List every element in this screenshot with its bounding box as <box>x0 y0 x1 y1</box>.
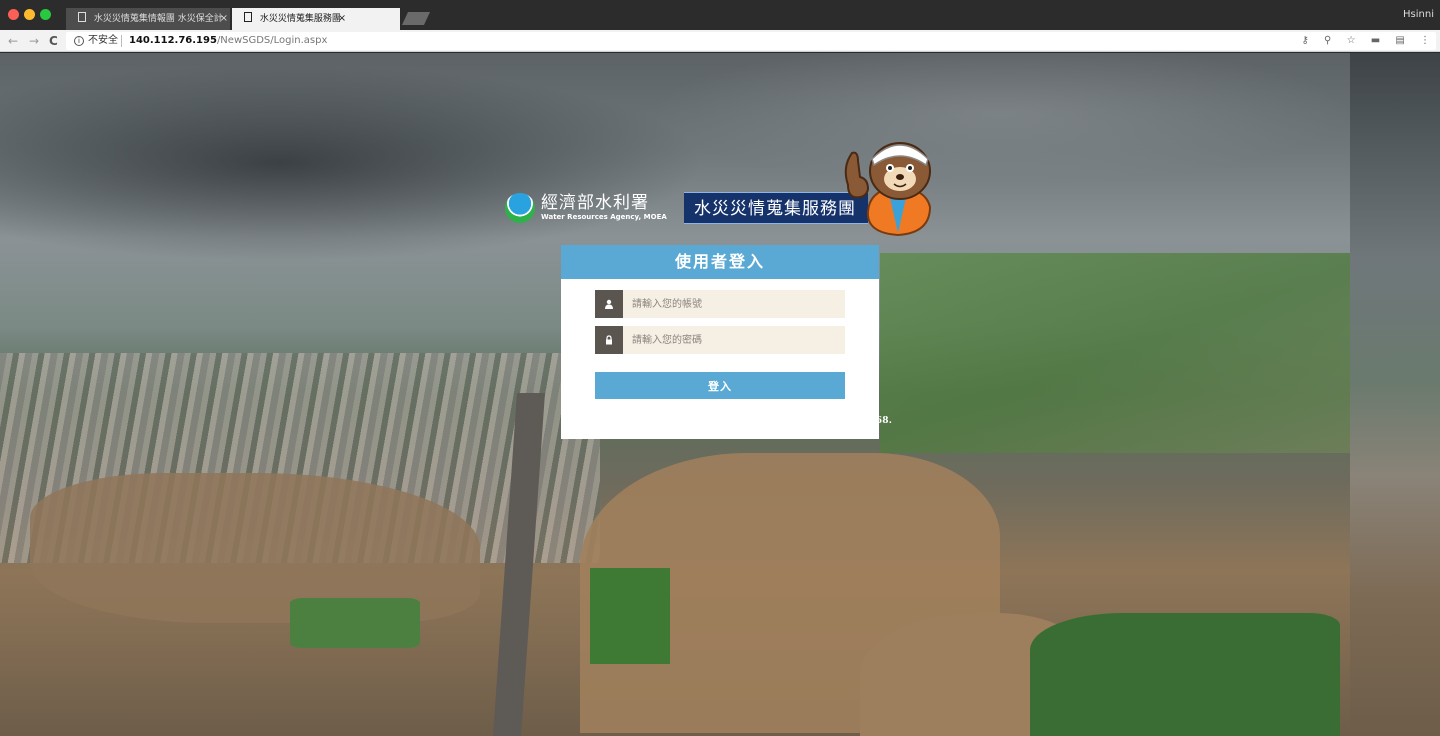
address-divider <box>121 35 122 47</box>
browser-toolbar: ← → C i 不安全 140.112.76.195/NewSGDS/Login… <box>0 30 1440 52</box>
password-field[interactable] <box>595 326 845 354</box>
forward-icon[interactable]: → <box>29 33 39 49</box>
login-button[interactable]: 登入 <box>595 372 845 399</box>
login-panel: 使用者登入 登入 <box>561 245 879 439</box>
mascot-icon <box>844 142 932 237</box>
water-drop-emblem-icon <box>505 193 535 223</box>
security-label[interactable]: 不安全 <box>88 32 118 50</box>
menu-icon[interactable]: ⋮ <box>1420 35 1430 46</box>
tab-close-icon[interactable]: × <box>338 13 346 24</box>
new-tab-button[interactable] <box>401 12 431 25</box>
window-minimize-button[interactable] <box>24 9 35 20</box>
agency-name: 經濟部水利署 Water Resources Agency, MOEA <box>541 194 667 222</box>
back-icon[interactable]: ← <box>8 33 18 49</box>
url-text[interactable]: 140.112.76.195/NewSGDS/Login.aspx <box>129 32 327 50</box>
username-field[interactable] <box>595 290 845 318</box>
browser-tab-strip: 水災災情蒐集情報團 水災保全計 × 水災災情蒐集服務團 × Hsinni <box>0 0 1440 30</box>
green-field <box>1030 613 1340 736</box>
tab-close-icon[interactable]: × <box>220 13 228 24</box>
user-icon <box>595 290 623 318</box>
url-path: /NewSGDS/Login.aspx <box>216 35 328 46</box>
agency-logo: 經濟部水利署 Water Resources Agency, MOEA <box>505 190 667 226</box>
password-input[interactable] <box>623 326 845 354</box>
key-icon[interactable]: ⚷ <box>1302 35 1309 46</box>
zoom-icon[interactable]: ⚲ <box>1324 35 1331 46</box>
info-icon[interactable]: i <box>74 36 84 46</box>
window-maximize-button[interactable] <box>40 9 51 20</box>
login-title: 使用者登入 <box>561 245 879 279</box>
browser-tab-1[interactable]: 水災災情蒐集情報團 水災保全計 × <box>66 8 230 30</box>
browser-tab-1-title: 水災災情蒐集情報團 水災保全計 <box>93 14 223 24</box>
reload-icon[interactable]: C <box>49 33 58 49</box>
lock-icon <box>595 326 623 354</box>
profile-name[interactable]: Hsinni <box>1403 9 1434 20</box>
green-field <box>290 598 420 648</box>
green-field <box>590 568 670 664</box>
toolbar-icons: ⚷ ⚲ ☆ ▬ ▤ ⋮ <box>1290 32 1430 50</box>
extension-icon-2[interactable]: ▤ <box>1395 35 1404 46</box>
star-icon[interactable]: ☆ <box>1347 35 1356 46</box>
window-close-button[interactable] <box>8 9 19 20</box>
page-icon <box>244 12 252 22</box>
agency-name-cn: 經濟部水利署 <box>541 193 649 213</box>
agency-name-en: Water Resources Agency, MOEA <box>541 213 667 221</box>
page-background: 經濟部水利署 Water Resources Agency, MOEA 水災災情… <box>0 53 1440 736</box>
browser-tab-2-title: 水災災情蒐集服務團 <box>259 14 341 24</box>
url-host: 140.112.76.195 <box>129 35 217 46</box>
page-icon <box>78 12 86 22</box>
extension-icon[interactable]: ▬ <box>1371 35 1380 46</box>
farm-fields <box>880 253 1350 453</box>
resolution-notice: This website will be best viewed in reso… <box>583 416 893 426</box>
browser-tab-2[interactable]: 水災災情蒐集服務團 × <box>232 8 400 30</box>
address-bar[interactable]: i 不安全 140.112.76.195/NewSGDS/Login.aspx … <box>66 32 1436 50</box>
username-input[interactable] <box>623 290 845 318</box>
background-repeat-strip <box>1350 53 1440 736</box>
